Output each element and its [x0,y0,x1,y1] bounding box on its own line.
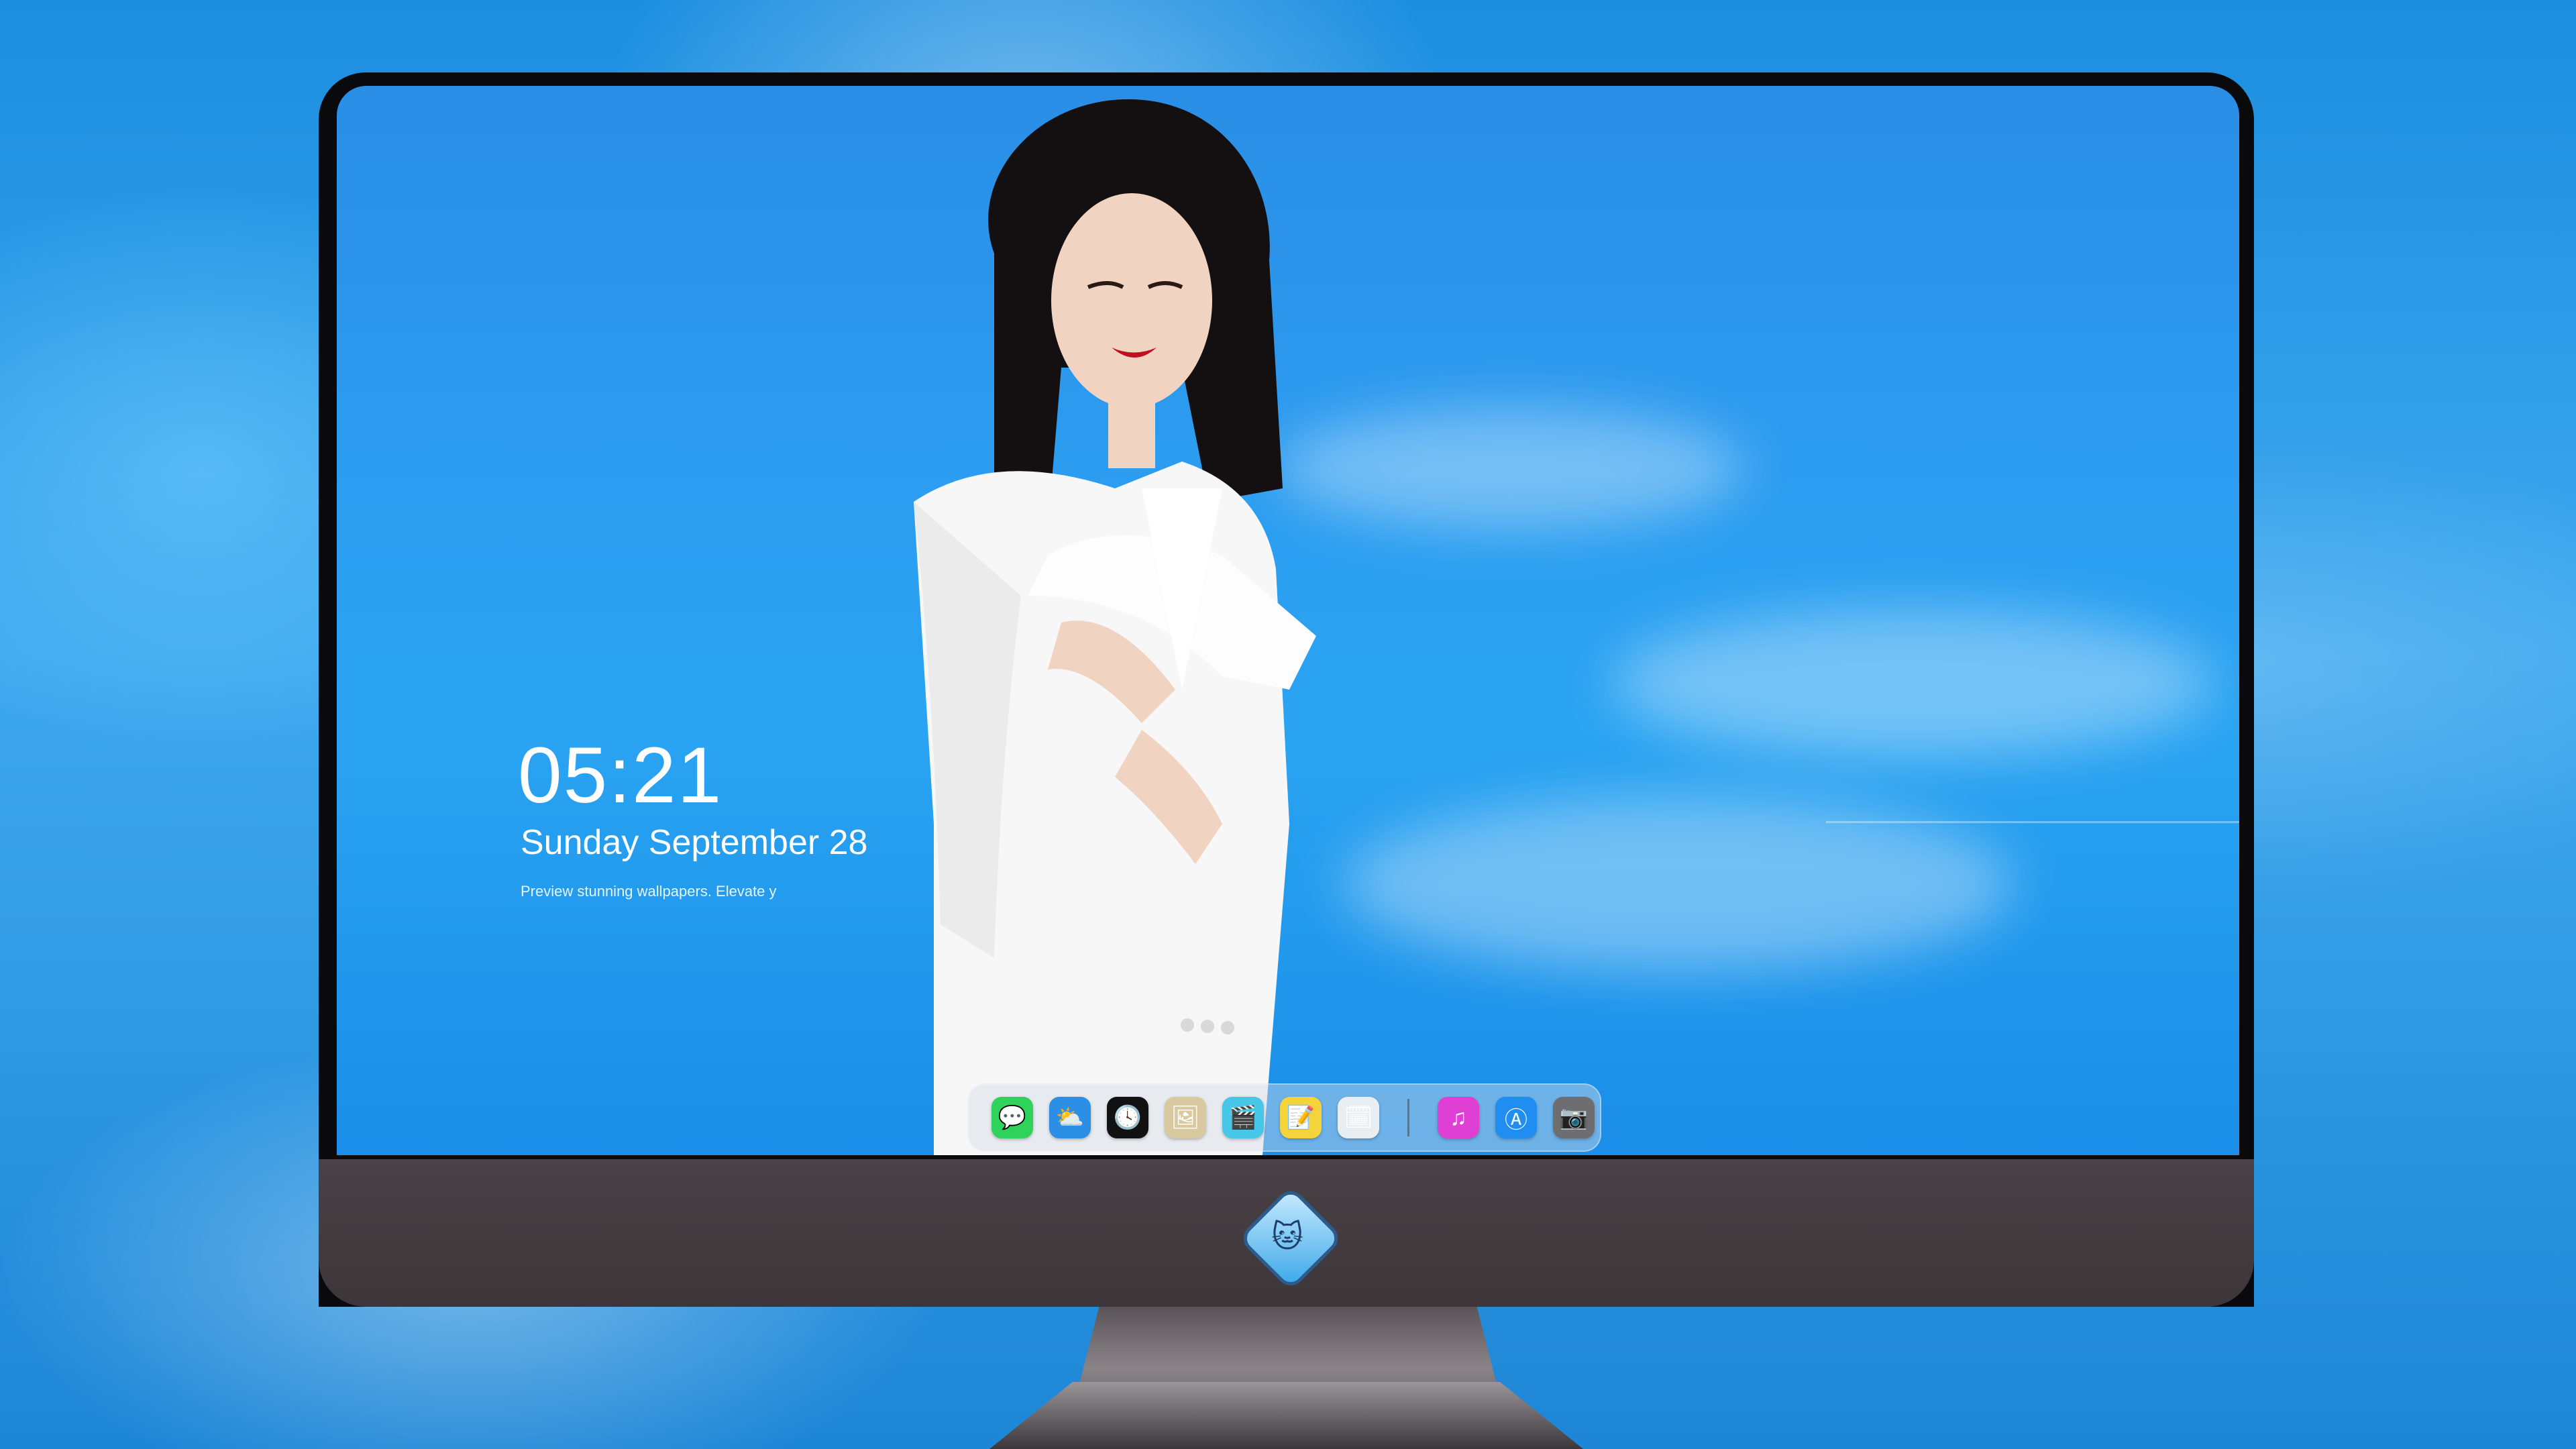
monitor-stand-base [989,1382,1583,1449]
messages-icon[interactable]: 💬 [991,1097,1033,1138]
app-store-icon[interactable]: Ⓐ [1495,1097,1537,1138]
dock-separator [1407,1099,1409,1136]
desktop-screen: 05:21 Sunday September 28 Preview stunni… [337,86,2239,1155]
logo-mascot-icon: 🐱 [1271,1219,1303,1254]
photo-booth-icon[interactable]: 🗓 [1338,1097,1379,1138]
itunes-icon[interactable]: ♫ [1438,1097,1479,1138]
clock-icon[interactable]: 🕓 [1107,1097,1148,1138]
notes-icon[interactable]: 📝 [1280,1097,1322,1138]
camera-icon[interactable]: 📷 [1553,1097,1595,1138]
wallpaper-scanline [1826,821,2239,823]
weather-icon[interactable]: ⛅ [1049,1097,1091,1138]
dock: 💬 ⛅ 🕓 🖼 🎬 📝 🗓 ♫ Ⓐ 📷 [967,1083,1601,1152]
lockscreen-subtitle: Preview stunning wallpapers. Elevate y [521,883,777,900]
lockscreen-date: Sunday September 28 [521,823,868,862]
preview-icon[interactable]: 🖼 [1165,1097,1206,1138]
lockscreen-clock: 05:21 [518,731,723,820]
clips-icon[interactable]: 🎬 [1222,1097,1264,1138]
wallpaper-person-image [914,99,1316,1155]
wallpaper-cloud [1611,609,2215,757]
